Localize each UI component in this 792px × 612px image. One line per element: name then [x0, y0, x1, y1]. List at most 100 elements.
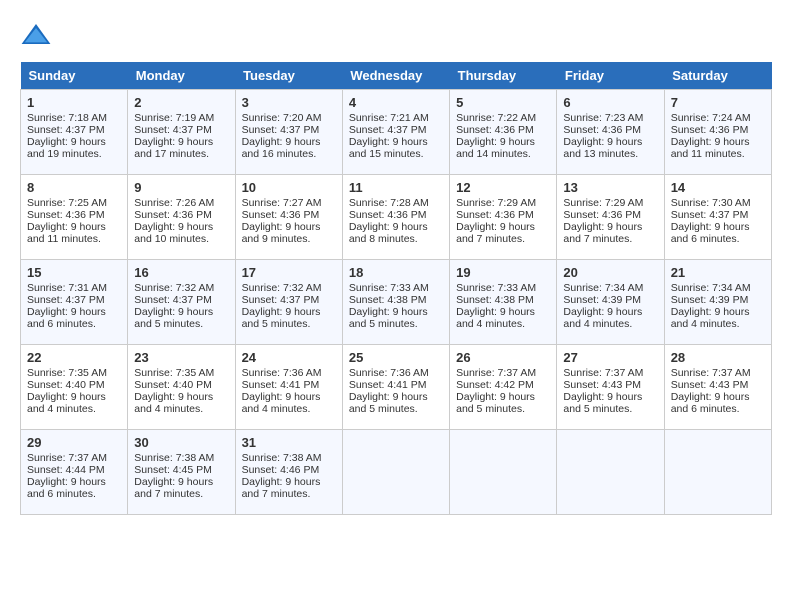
day-number: 24 — [242, 350, 336, 365]
sunrise-text: Sunrise: 7:38 AM — [134, 452, 214, 464]
sunset-text: Sunset: 4:36 PM — [671, 124, 749, 136]
day-number: 13 — [563, 180, 657, 195]
sunset-text: Sunset: 4:41 PM — [349, 379, 427, 391]
daylight-text: Daylight: 9 hours and 11 minutes. — [671, 136, 750, 160]
sunrise-text: Sunrise: 7:18 AM — [27, 112, 107, 124]
calendar-cell: 8Sunrise: 7:25 AMSunset: 4:36 PMDaylight… — [21, 175, 128, 260]
sunset-text: Sunset: 4:36 PM — [134, 209, 212, 221]
daylight-text: Daylight: 9 hours and 7 minutes. — [563, 221, 642, 245]
sunset-text: Sunset: 4:40 PM — [27, 379, 105, 391]
day-number: 15 — [27, 265, 121, 280]
day-number: 26 — [456, 350, 550, 365]
calendar-cell: 1Sunrise: 7:18 AMSunset: 4:37 PMDaylight… — [21, 90, 128, 175]
daylight-text: Daylight: 9 hours and 6 minutes. — [671, 221, 750, 245]
daylight-text: Daylight: 9 hours and 4 minutes. — [134, 391, 213, 415]
sunrise-text: Sunrise: 7:24 AM — [671, 112, 751, 124]
sunset-text: Sunset: 4:37 PM — [27, 124, 105, 136]
calendar-cell: 16Sunrise: 7:32 AMSunset: 4:37 PMDayligh… — [128, 260, 235, 345]
sunrise-text: Sunrise: 7:22 AM — [456, 112, 536, 124]
sunrise-text: Sunrise: 7:27 AM — [242, 197, 322, 209]
calendar-cell: 22Sunrise: 7:35 AMSunset: 4:40 PMDayligh… — [21, 345, 128, 430]
sunset-text: Sunset: 4:37 PM — [349, 124, 427, 136]
day-number: 14 — [671, 180, 765, 195]
daylight-text: Daylight: 9 hours and 8 minutes. — [349, 221, 428, 245]
daylight-text: Daylight: 9 hours and 10 minutes. — [134, 221, 213, 245]
daylight-text: Daylight: 9 hours and 4 minutes. — [671, 306, 750, 330]
day-number: 12 — [456, 180, 550, 195]
calendar-cell: 29Sunrise: 7:37 AMSunset: 4:44 PMDayligh… — [21, 430, 128, 515]
sunset-text: Sunset: 4:38 PM — [349, 294, 427, 306]
sunrise-text: Sunrise: 7:33 AM — [349, 282, 429, 294]
header-saturday: Saturday — [664, 62, 771, 90]
sunset-text: Sunset: 4:36 PM — [456, 209, 534, 221]
sunset-text: Sunset: 4:37 PM — [27, 294, 105, 306]
daylight-text: Daylight: 9 hours and 6 minutes. — [671, 391, 750, 415]
day-number: 16 — [134, 265, 228, 280]
sunset-text: Sunset: 4:39 PM — [563, 294, 641, 306]
sunrise-text: Sunrise: 7:30 AM — [671, 197, 751, 209]
day-number: 5 — [456, 95, 550, 110]
calendar-cell: 2Sunrise: 7:19 AMSunset: 4:37 PMDaylight… — [128, 90, 235, 175]
sunset-text: Sunset: 4:37 PM — [671, 209, 749, 221]
daylight-text: Daylight: 9 hours and 6 minutes. — [27, 306, 106, 330]
sunset-text: Sunset: 4:37 PM — [134, 294, 212, 306]
daylight-text: Daylight: 9 hours and 11 minutes. — [27, 221, 106, 245]
week-row-2: 8Sunrise: 7:25 AMSunset: 4:36 PMDaylight… — [21, 175, 772, 260]
sunrise-text: Sunrise: 7:37 AM — [563, 367, 643, 379]
page-header — [20, 20, 772, 52]
logo-icon — [20, 20, 52, 52]
daylight-text: Daylight: 9 hours and 19 minutes. — [27, 136, 106, 160]
calendar-cell: 17Sunrise: 7:32 AMSunset: 4:37 PMDayligh… — [235, 260, 342, 345]
daylight-text: Daylight: 9 hours and 5 minutes. — [349, 391, 428, 415]
sunset-text: Sunset: 4:37 PM — [242, 294, 320, 306]
sunrise-text: Sunrise: 7:35 AM — [134, 367, 214, 379]
sunrise-text: Sunrise: 7:21 AM — [349, 112, 429, 124]
calendar-table: SundayMondayTuesdayWednesdayThursdayFrid… — [20, 62, 772, 515]
daylight-text: Daylight: 9 hours and 4 minutes. — [563, 306, 642, 330]
day-number: 31 — [242, 435, 336, 450]
calendar-cell: 6Sunrise: 7:23 AMSunset: 4:36 PMDaylight… — [557, 90, 664, 175]
calendar-cell: 7 Sunrise: 7:24 AMSunset: 4:36 PMDaylight… — [664, 90, 771, 175]
calendar-cell: 28Sunrise: 7:37 AMSunset: 4:43 PMDayligh… — [664, 345, 771, 430]
sunset-text: Sunset: 4:39 PM — [671, 294, 749, 306]
sunset-text: Sunset: 4:36 PM — [349, 209, 427, 221]
day-number: 28 — [671, 350, 765, 365]
daylight-text: Daylight: 9 hours and 4 minutes. — [27, 391, 106, 415]
sunset-text: Sunset: 4:41 PM — [242, 379, 320, 391]
daylight-text: Daylight: 9 hours and 5 minutes. — [242, 306, 321, 330]
sunset-text: Sunset: 4:42 PM — [456, 379, 534, 391]
sunset-text: Sunset: 4:36 PM — [27, 209, 105, 221]
sunset-text: Sunset: 4:37 PM — [134, 124, 212, 136]
sunrise-text: Sunrise: 7:33 AM — [456, 282, 536, 294]
calendar-cell: 15Sunrise: 7:31 AMSunset: 4:37 PMDayligh… — [21, 260, 128, 345]
sunrise-text: Sunrise: 7:37 AM — [671, 367, 751, 379]
day-number: 18 — [349, 265, 443, 280]
sunset-text: Sunset: 4:37 PM — [242, 124, 320, 136]
sunrise-text: Sunrise: 7:32 AM — [134, 282, 214, 294]
sunrise-text: Sunrise: 7:29 AM — [456, 197, 536, 209]
day-number: 30 — [134, 435, 228, 450]
calendar-cell — [450, 430, 557, 515]
week-row-3: 15Sunrise: 7:31 AMSunset: 4:37 PMDayligh… — [21, 260, 772, 345]
calendar-cell: 18Sunrise: 7:33 AMSunset: 4:38 PMDayligh… — [342, 260, 449, 345]
day-number: 27 — [563, 350, 657, 365]
day-number: 17 — [242, 265, 336, 280]
day-number: 7 — [671, 95, 765, 110]
calendar-cell: 23Sunrise: 7:35 AMSunset: 4:40 PMDayligh… — [128, 345, 235, 430]
sunset-text: Sunset: 4:45 PM — [134, 464, 212, 476]
day-number: 8 — [27, 180, 121, 195]
calendar-cell: 11Sunrise: 7:28 AMSunset: 4:36 PMDayligh… — [342, 175, 449, 260]
calendar-cell: 5Sunrise: 7:22 AMSunset: 4:36 PMDaylight… — [450, 90, 557, 175]
calendar-cell: 13Sunrise: 7:29 AMSunset: 4:36 PMDayligh… — [557, 175, 664, 260]
calendar-cell: 27Sunrise: 7:37 AMSunset: 4:43 PMDayligh… — [557, 345, 664, 430]
daylight-text: Daylight: 9 hours and 7 minutes. — [134, 476, 213, 500]
calendar-cell: 31Sunrise: 7:38 AMSunset: 4:46 PMDayligh… — [235, 430, 342, 515]
calendar-cell — [664, 430, 771, 515]
calendar-cell: 26Sunrise: 7:37 AMSunset: 4:42 PMDayligh… — [450, 345, 557, 430]
day-number: 19 — [456, 265, 550, 280]
sunrise-text: Sunrise: 7:35 AM — [27, 367, 107, 379]
sunrise-text: Sunrise: 7:34 AM — [671, 282, 751, 294]
day-number: 2 — [134, 95, 228, 110]
daylight-text: Daylight: 9 hours and 5 minutes. — [456, 391, 535, 415]
sunrise-text: Sunrise: 7:29 AM — [563, 197, 643, 209]
